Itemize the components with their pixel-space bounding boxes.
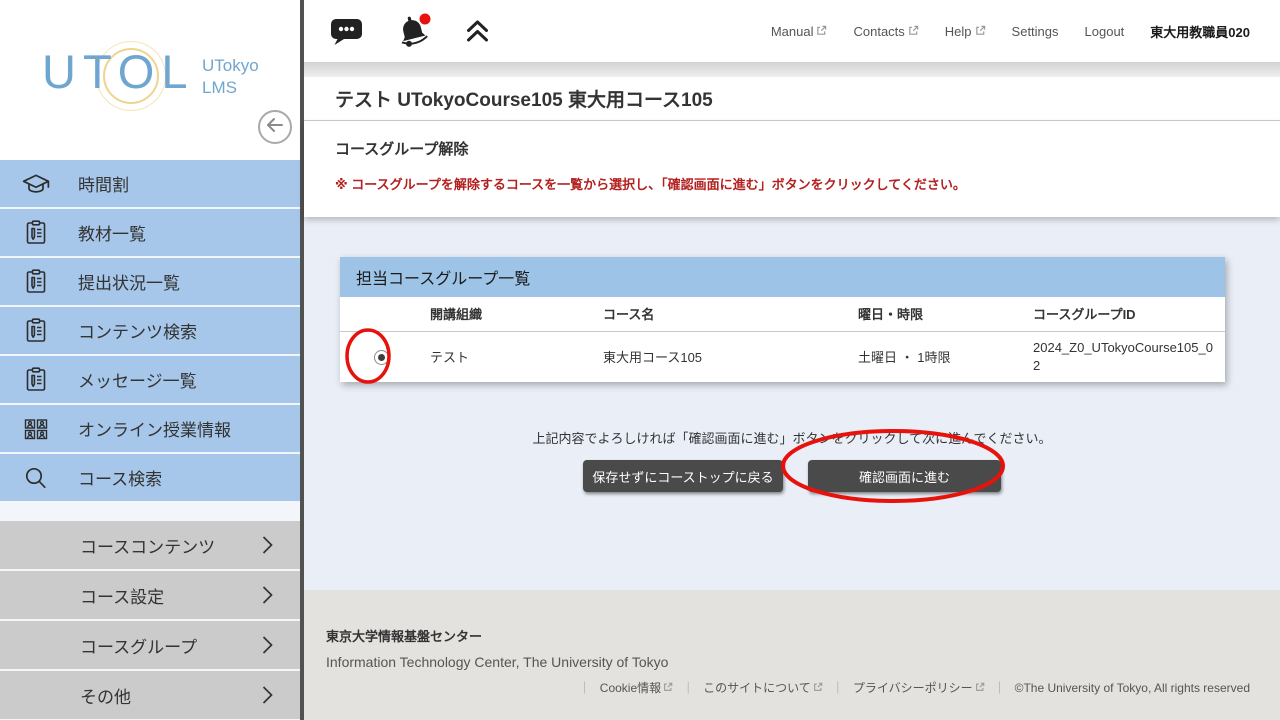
table-row: テスト 東大用コース105 土曜日 ・ 1時限 2024_Z0_UTokyoCo… [340, 331, 1225, 382]
cell-org: テスト [430, 331, 603, 382]
sidebar-item-label: コンテンツ検索 [78, 318, 197, 343]
sidebar-secondary-menu: コースコンテンツ コース設定 コースグループ その他 [0, 521, 300, 719]
page-title: テスト UTokyoCourse105 東大用コース105 [335, 85, 713, 112]
column-header-course: コース名 [603, 297, 858, 331]
sidebar: UTOL UTokyo LMS 時間割 教 [0, 0, 300, 720]
clipboard-icon [19, 220, 53, 246]
course-select-radio[interactable] [374, 350, 389, 365]
sidebar-primary-menu: 時間割 教材一覧 提出状況一覧 コンテンツ検索 [0, 160, 300, 501]
online-class-icon [19, 416, 53, 442]
contacts-link[interactable]: Contacts [853, 24, 918, 39]
sidebar-group-divider [0, 503, 300, 521]
sidebar-item-course-group[interactable]: コースグループ [0, 621, 300, 669]
main-area: Manual Contacts Help Settings Logout 東 [300, 0, 1280, 720]
sidebar-item-course-search[interactable]: コース検索 [0, 454, 300, 501]
instruction-note: ※ コースグループを解除するコースを一覧から選択し、「確認画面に進む」ボタンをク… [335, 174, 1249, 193]
messages-icon[interactable] [330, 17, 364, 46]
graduation-cap-icon [19, 171, 53, 197]
proceed-to-confirm-button[interactable]: 確認画面に進む [808, 460, 1001, 492]
current-user-name: 東大用教職員020 [1150, 22, 1250, 41]
external-link-icon [816, 24, 827, 39]
logout-link[interactable]: Logout [1085, 24, 1125, 39]
chevron-right-icon [261, 535, 274, 560]
footer-org-english: Information Technology Center, The Unive… [326, 654, 1250, 670]
external-link-icon [975, 24, 986, 39]
notifications-bell-icon[interactable] [394, 11, 434, 51]
about-site-link[interactable]: このサイトについて [703, 679, 823, 696]
utol-lms-app: UTOL UTokyo LMS 時間割 教 [0, 0, 1280, 720]
external-link-icon [908, 24, 919, 39]
sidebar-item-messages[interactable]: メッセージ一覧 [0, 356, 300, 403]
logo-area: UTOL UTokyo LMS [0, 0, 300, 160]
clipboard-icon [19, 318, 53, 344]
external-link-icon [813, 681, 823, 695]
confirm-instruction-text: 上記内容でよろしければ「確認画面に進む」ボタンをクリックして次に進んでください。 [304, 428, 1280, 447]
utol-logo-subtext: UTokyo LMS [202, 55, 259, 99]
sidebar-collapse-button[interactable] [258, 110, 292, 144]
help-link[interactable]: Help [945, 24, 986, 39]
action-buttons: 保存せずにコーストップに戻る 確認画面に進む [304, 460, 1280, 492]
sidebar-item-label: オンライン授業情報 [78, 416, 231, 441]
topbar-links: Manual Contacts Help Settings Logout 東 [771, 22, 1250, 41]
clipboard-icon [19, 269, 53, 295]
privacy-policy-link[interactable]: プライバシーポリシー [853, 679, 985, 696]
search-icon [19, 465, 53, 491]
footer: 東京大学情報基盤センター Information Technology Cent… [304, 590, 1280, 720]
manual-link[interactable]: Manual [771, 24, 828, 39]
sidebar-item-materials[interactable]: 教材一覧 [0, 209, 300, 256]
sidebar-item-label: コース設定 [80, 583, 164, 608]
sidebar-item-course-contents[interactable]: コースコンテンツ [0, 521, 300, 569]
sidebar-item-label: その他 [80, 683, 131, 708]
sidebar-item-course-settings[interactable]: コース設定 [0, 571, 300, 619]
top-bar: Manual Contacts Help Settings Logout 東 [304, 0, 1280, 62]
footer-links: ｜ Cookie情報 ｜ このサイトについて ｜ プライバシーポリシー ｜ ©T… [326, 679, 1250, 696]
sidebar-item-others[interactable]: その他 [0, 671, 300, 719]
cell-course-group-id: 2024_Z0_UTokyoCourse105_02 [1033, 331, 1225, 382]
course-group-table: 担当コースグループ一覧 開講組織 コース名 曜日・時限 コースグループID [340, 257, 1225, 382]
table-header-row: 開講組織 コース名 曜日・時限 コースグループID [340, 297, 1225, 331]
collapse-header-chevrons-icon[interactable] [464, 18, 491, 44]
external-link-icon [975, 681, 985, 695]
sidebar-item-content-search[interactable]: コンテンツ検索 [0, 307, 300, 354]
left-arrow-icon [266, 118, 284, 137]
back-to-course-top-button[interactable]: 保存せずにコーストップに戻る [583, 460, 783, 492]
sidebar-item-label: 時間割 [78, 171, 129, 196]
clipboard-icon [19, 367, 53, 393]
sidebar-item-online-class-info[interactable]: オンライン授業情報 [0, 405, 300, 452]
footer-org-japanese: 東京大学情報基盤センター [326, 626, 1250, 645]
column-header-schedule: 曜日・時限 [858, 297, 1033, 331]
sidebar-item-timetable[interactable]: 時間割 [0, 160, 300, 207]
chevron-right-icon [261, 635, 274, 660]
utol-logo: UTOL [42, 44, 195, 99]
external-link-icon [663, 681, 673, 695]
course-title-band: テスト UTokyoCourse105 東大用コース105 [304, 77, 1280, 121]
sidebar-item-label: コースコンテンツ [80, 533, 215, 558]
column-header-group-id: コースグループID [1033, 297, 1225, 331]
sidebar-item-label: コース検索 [78, 465, 162, 490]
cell-course-name: 東大用コース105 [603, 331, 858, 382]
settings-link[interactable]: Settings [1012, 24, 1059, 39]
sidebar-item-label: コースグループ [80, 633, 197, 658]
header-shadow-strip [304, 62, 1280, 77]
chevron-right-icon [261, 585, 274, 610]
topbar-icon-group [330, 11, 491, 51]
content-area: 担当コースグループ一覧 開講組織 コース名 曜日・時限 コースグループID [304, 217, 1280, 492]
section-header: コースグループ解除 ※ コースグループを解除するコースを一覧から選択し、「確認画… [304, 121, 1280, 217]
notification-badge [420, 14, 431, 25]
column-header-org: 開講組織 [430, 297, 603, 331]
cell-schedule: 土曜日 ・ 1時限 [858, 331, 1033, 382]
sidebar-item-submission-status[interactable]: 提出状況一覧 [0, 258, 300, 305]
sidebar-item-label: 提出状況一覧 [78, 269, 180, 294]
radio-column-header [340, 297, 430, 331]
table-title-bar: 担当コースグループ一覧 [340, 257, 1225, 297]
sidebar-item-label: メッセージ一覧 [78, 367, 197, 392]
sidebar-item-label: 教材一覧 [78, 220, 146, 245]
footer-copyright: ©The University of Tokyo, All rights res… [1015, 681, 1250, 695]
cookie-info-link[interactable]: Cookie情報 [600, 679, 673, 696]
section-title: コースグループ解除 [335, 138, 1249, 159]
chevron-right-icon [261, 685, 274, 710]
